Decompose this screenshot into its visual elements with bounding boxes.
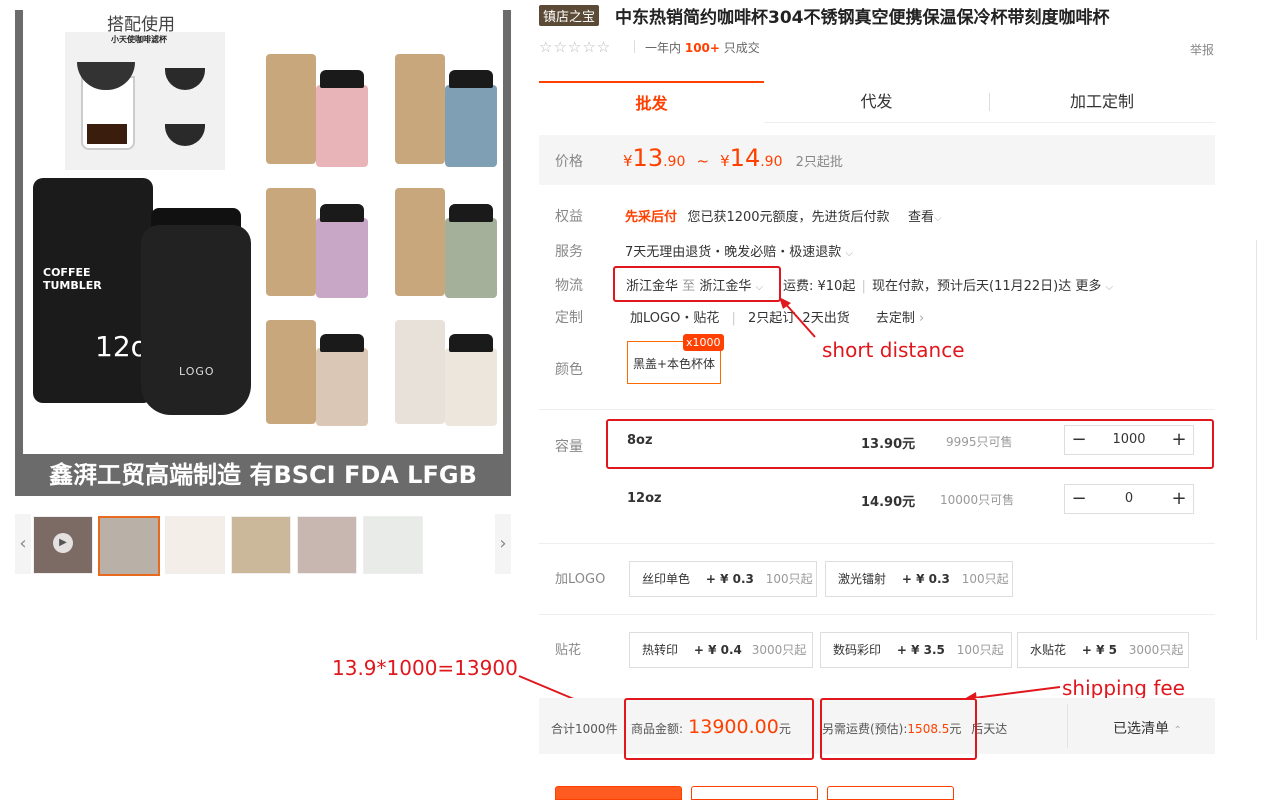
quantity-badge: x1000 [683, 334, 724, 351]
chevron-down-icon: ⌵ [845, 248, 854, 259]
play-icon: ▶ [53, 533, 73, 553]
selected-list-button[interactable]: 已选清单 ⌃ [1113, 718, 1182, 738]
color-label: 颜色 [555, 362, 583, 378]
thumbnail[interactable] [165, 516, 225, 574]
capacity-label: 容量 [555, 439, 583, 455]
tumbler-white [445, 348, 497, 426]
price-range: ¥13.90 ~ ¥14.90 2只起批 [623, 144, 843, 172]
tumbler-mauve [316, 218, 368, 298]
annotation-shipping-fee: shipping fee [1062, 676, 1185, 700]
kraft-tube [266, 188, 316, 296]
white-tube [395, 320, 445, 424]
go-custom-link[interactable]: 去定制 [876, 311, 915, 326]
logistics-fee: 运费: ¥10起 | 现在付款，预计后天(11月22日)达 更多 ⌵ [783, 279, 1114, 294]
chevron-up-icon: ⌃ [1173, 725, 1182, 736]
featured-badge: 镇店之宝 [539, 5, 600, 26]
black-tube: COFFEE TUMBLER 12oz [33, 178, 162, 403]
capacity-price: 14.90元 [861, 495, 916, 510]
thumbnail[interactable] [363, 516, 423, 574]
plus-button[interactable]: + [1165, 485, 1193, 513]
product-photo-area: 搭配使用 小天使咖啡滤杯 COFFEE TUMBLER 12oz LOGO [23, 10, 503, 454]
annotation-box-capacity [606, 419, 1214, 469]
chevron-down-icon: ⌵ [934, 213, 942, 224]
capacity-stock: 10000只可售 [940, 493, 1015, 507]
buy-now-button[interactable] [555, 786, 682, 800]
quantity-input[interactable]: 0 [1093, 485, 1165, 513]
thumb-prev-button[interactable]: ‹ [15, 514, 31, 574]
rights-row: 先采后付 您已获1200元额度，先进货后付款 查看⌵ [625, 210, 942, 225]
kraft-tube [266, 320, 316, 424]
service-label: 服务 [555, 244, 583, 260]
price-label: 价格 [555, 154, 583, 170]
annotation-calc: 13.9*1000=13900 [332, 656, 518, 680]
mode-tabs: 批发 代发 加工定制 [539, 81, 1215, 123]
minus-button[interactable]: − [1065, 485, 1093, 513]
chevron-right-icon: › [919, 311, 925, 326]
annotation-arrow [779, 297, 816, 338]
image-banner: 鑫湃工贸高端制造 有BSCI FDA LFGB [15, 454, 511, 496]
tab-custom[interactable]: 加工定制 [989, 81, 1215, 121]
total-count: 合计1000件 [551, 722, 618, 736]
logistics-label: 物流 [555, 278, 583, 294]
report-link[interactable]: 举报 [1190, 41, 1214, 58]
tumbler-beige [316, 348, 368, 426]
thumbnail-strip: ‹ ▶ › [15, 514, 511, 576]
price-box: 价格 ¥13.90 ~ ¥14.90 2只起批 [539, 135, 1215, 185]
filter-title: 小天使咖啡滤杯 [111, 35, 167, 44]
tab-wholesale[interactable]: 批发 [539, 81, 764, 123]
kraft-tube [395, 54, 445, 164]
product-title: 中东热销简约咖啡杯304不锈钢真空便携保温保冷杯带刻度咖啡杯 [615, 8, 1110, 28]
more-link[interactable]: 更多 [1075, 279, 1101, 294]
decal-label: 贴花 [555, 643, 582, 658]
annotation-box-route [613, 266, 781, 302]
filter-image [65, 32, 225, 170]
thumbnail[interactable] [297, 516, 357, 574]
decal-option[interactable]: 数码彩印 + ¥ 3.5 100只起 [820, 632, 1012, 668]
decal-option[interactable]: 水贴花 + ¥ 5 3000只起 [1017, 632, 1189, 668]
custom-label: 定制 [555, 310, 583, 326]
quantity-stepper: − 0 + [1064, 484, 1194, 514]
chevron-down-icon: ⌵ [1105, 282, 1114, 293]
logo-text: LOGO [179, 365, 215, 378]
kraft-tube [395, 188, 445, 296]
decal-option[interactable]: 热转印 + ¥ 0.4 3000只起 [629, 632, 813, 668]
right-sidebar-edge [1256, 240, 1257, 640]
logo-option[interactable]: 丝印单色 + ¥ 0.3 100只起 [629, 561, 817, 597]
capacity-name: 12oz [627, 491, 662, 506]
thumbnail-video[interactable]: ▶ [33, 516, 93, 574]
rights-label: 权益 [555, 209, 583, 225]
tube-text: COFFEE TUMBLER [43, 266, 102, 292]
kraft-tube [266, 54, 316, 164]
rating-stars: ☆☆☆☆☆ [539, 38, 612, 56]
tumbler-blue [445, 85, 497, 167]
thumbnail-active[interactable] [98, 516, 160, 576]
annotation-short-distance: short distance [822, 338, 965, 362]
tab-dropship[interactable]: 代发 [764, 81, 989, 121]
tumbler-pink [316, 85, 368, 167]
annotation-box-shipping [820, 698, 977, 760]
logo-option[interactable]: 激光镭射 + ¥ 0.3 100只起 [825, 561, 1013, 597]
annotation-box-goods [624, 698, 814, 760]
tumbler-green [445, 218, 497, 298]
add-logo-label: 加LOGO [555, 572, 606, 587]
thumb-next-button[interactable]: › [495, 514, 511, 574]
sales-info: 一年内 100+ 只成交 [645, 41, 760, 55]
thumbnail[interactable] [231, 516, 291, 574]
secondary-action-button[interactable] [827, 786, 954, 800]
main-product-image[interactable]: 搭配使用 小天使咖啡滤杯 COFFEE TUMBLER 12oz LOGO 鑫湃… [15, 10, 511, 496]
add-to-cart-button[interactable] [691, 786, 818, 800]
rights-view-link[interactable]: 查看 [908, 210, 934, 225]
service-text[interactable]: 7天无理由退货・晚发必赔・极速退款 ⌵ [625, 241, 853, 260]
black-tumbler: LOGO [141, 225, 251, 415]
